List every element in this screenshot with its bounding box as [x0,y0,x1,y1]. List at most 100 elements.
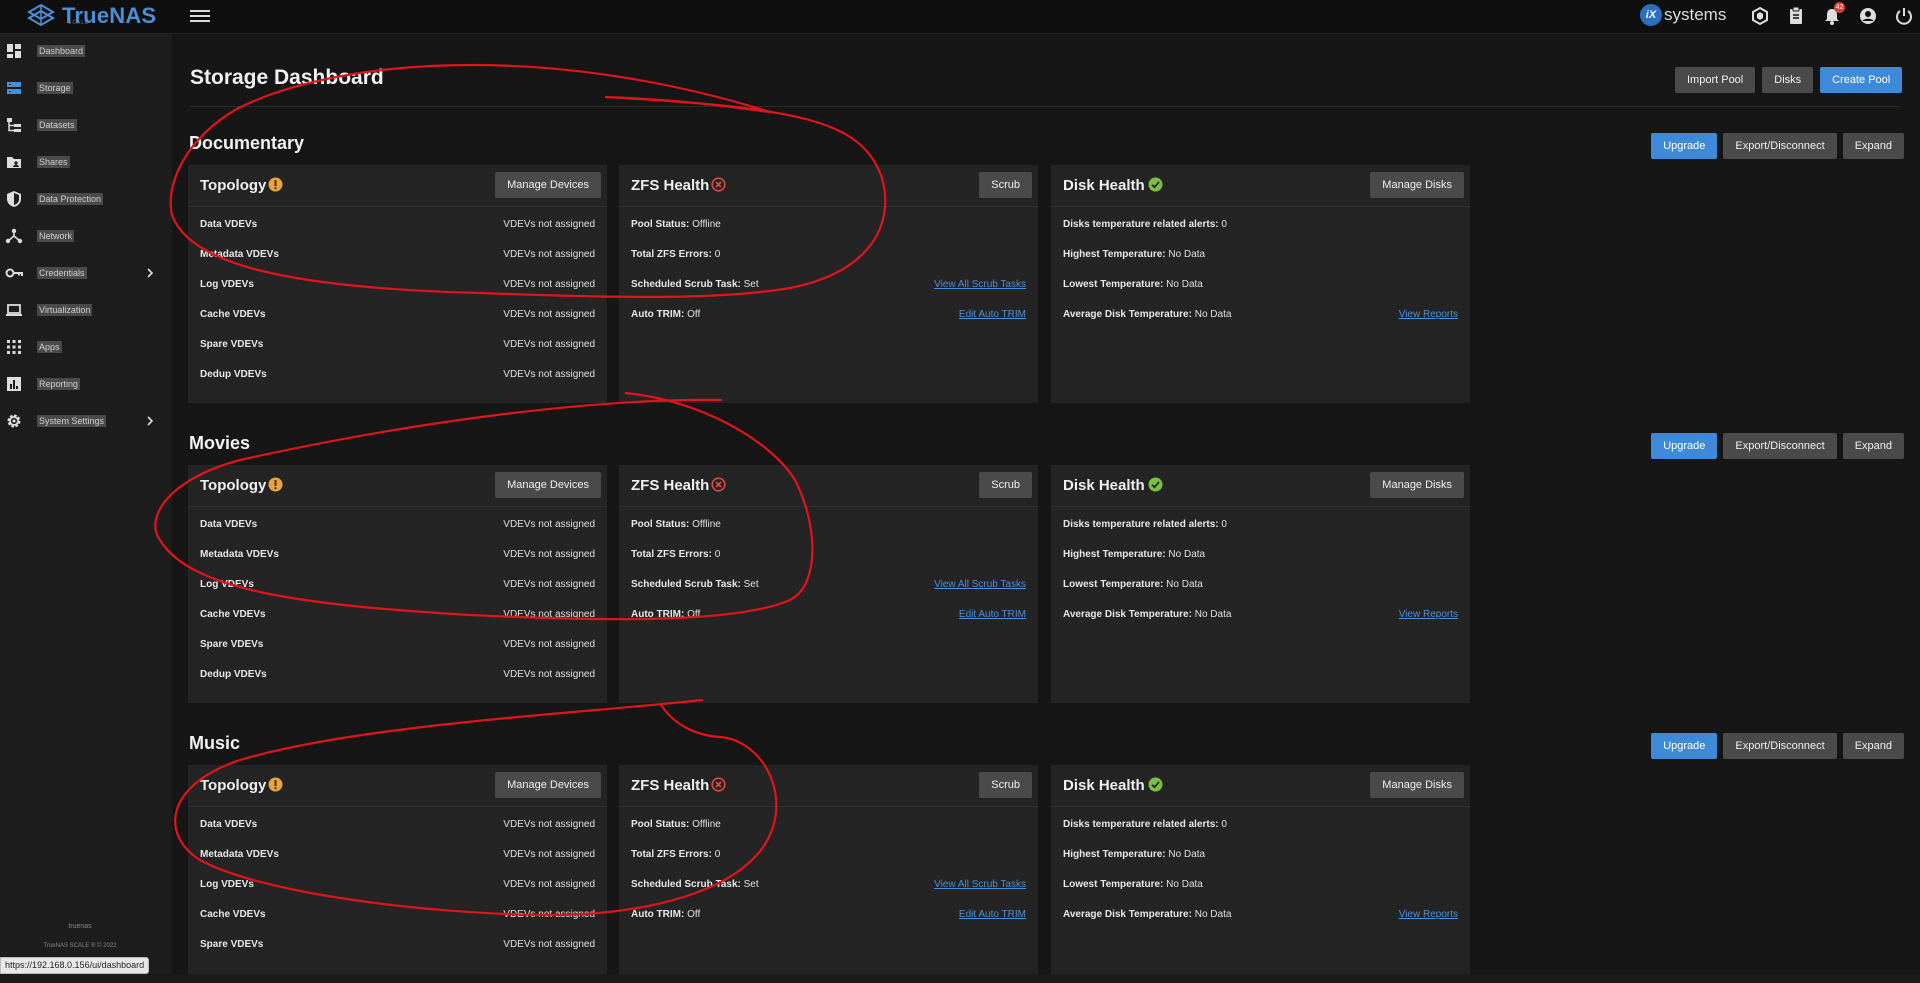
notifications-button[interactable]: 42 [1822,2,1845,26]
export-disconnect-button[interactable]: Export/Disconnect [1723,433,1837,459]
topology-row: Cache VDEVs VDEVs not assigned [200,609,595,623]
card-title: ZFS Health [631,177,710,194]
row-link[interactable]: Edit Auto TRIM [959,909,1026,920]
manage-devices-button[interactable]: Manage Devices [495,472,601,498]
scrub-button[interactable]: Scrub [979,472,1032,498]
shield-icon [7,191,21,207]
card-header: ZFS Health Scrub [619,165,1038,207]
sidebar-item-label: Data Protection [37,193,104,205]
row-link[interactable]: View All Scrub Tasks [934,279,1026,290]
import-pool-button[interactable]: Import Pool [1675,67,1756,93]
sidebar-item-apps[interactable]: Apps [0,332,172,362]
manage-devices-button[interactable]: Manage Devices [495,772,601,798]
create-pool-button[interactable]: Create Pool [1820,67,1903,93]
disk-health-card: Disk Health Manage Disks Disks temperatu… [1051,465,1470,703]
row-value: VDEVs not assigned [503,249,595,260]
scrub-button[interactable]: Scrub [979,772,1032,798]
datasets-icon [7,118,21,132]
upgrade-button[interactable]: Upgrade [1651,433,1718,459]
sidebar-copyright: TrueNAS SCALE ® © 2022 [43,943,117,949]
export-disconnect-button[interactable]: Export/Disconnect [1723,133,1837,159]
pool-name: Documentary [189,133,305,153]
card-header: Topology Manage Devices [188,465,607,507]
sidebar-item-shares[interactable]: Shares [0,147,172,177]
row-link[interactable]: View All Scrub Tasks [934,879,1026,890]
topology-row: Metadata VDEVs VDEVs not assigned [200,249,595,263]
sidebar-item-data-protection[interactable]: Data Protection [0,184,172,214]
row-label: Log VDEVs [200,279,254,290]
row-link[interactable]: View All Scrub Tasks [934,579,1026,590]
row-label: Scheduled Scrub Task: [631,879,741,890]
row-value: VDEVs not assigned [503,669,595,680]
error-icon [711,177,726,192]
truenas-logo-icon [27,3,55,27]
manage-devices-button[interactable]: Manage Devices [495,172,601,198]
row-label: Cache VDEVs [200,609,266,620]
account-icon[interactable] [1858,6,1878,26]
row-value: 0 [714,549,721,560]
manage-disks-button[interactable]: Manage Disks [1370,472,1464,498]
menu-toggle-icon[interactable] [190,7,210,25]
sidebar-item-system-settings[interactable]: System Settings [0,406,172,436]
zfs-row: Pool Status: Offline [631,219,1026,233]
sidebar-item-label: Shares [37,156,70,168]
expand-button[interactable]: Expand [1842,733,1904,759]
row-label: Pool Status: [631,219,690,230]
row-label: Auto TRIM: [631,309,685,320]
topology-row: Cache VDEVs VDEVs not assigned [200,909,595,923]
disk-health-card: Disk Health Manage Disks Disks temperatu… [1051,165,1470,403]
disks-button[interactable]: Disks [1762,67,1814,93]
card-header: ZFS Health Scrub [619,765,1038,807]
chevron-right-icon [147,268,154,278]
row-value: VDEVs not assigned [503,639,595,650]
truecommand-icon[interactable] [1750,6,1770,26]
export-disconnect-button[interactable]: Export/Disconnect [1723,733,1837,759]
row-link[interactable]: Edit Auto TRIM [959,609,1026,620]
ixsystems-logo[interactable]: iX systems [1640,4,1726,26]
zfs-row: Scheduled Scrub Task: Set View All Scrub … [631,279,1026,293]
row-value: 0 [1221,519,1227,530]
truenas-logo[interactable]: TrueNAS [26,3,156,29]
zfs-health-card: ZFS Health Scrub Pool Status: Offline Tot… [619,765,1038,983]
sidebar-item-datasets[interactable]: Datasets [0,110,172,140]
check-circle-icon [1148,477,1163,492]
row-link[interactable]: View Reports [1399,609,1458,620]
disk-row: Lowest Temperature: No Data [1063,279,1458,293]
upgrade-button[interactable]: Upgrade [1651,733,1718,759]
disk-row: Highest Temperature: No Data [1063,249,1458,263]
row-label: Total ZFS Errors: [631,849,712,860]
sidebar-item-virtualization[interactable]: Virtualization [0,295,172,325]
scrub-button[interactable]: Scrub [979,172,1032,198]
topology-row: Spare VDEVs VDEVs not assigned [200,639,595,653]
chart-icon [7,377,21,391]
warning-icon [268,477,283,492]
row-value: 0 [714,849,721,860]
card-title: Disk Health [1063,477,1145,494]
row-label: Disks temperature related alerts: [1063,819,1219,830]
error-icon [711,777,726,792]
manage-disks-button[interactable]: Manage Disks [1370,772,1464,798]
vendor-text: systems [1664,5,1727,24]
manage-disks-button[interactable]: Manage Disks [1370,172,1464,198]
row-label: Spare VDEVs [200,639,264,650]
zfs-row: Total ZFS Errors: 0 [631,249,1026,263]
row-link[interactable]: Edit Auto TRIM [959,309,1026,320]
sidebar-item-dashboard[interactable]: Dashboard [0,36,172,66]
sidebar-item-reporting[interactable]: Reporting [0,369,172,399]
row-link[interactable]: View Reports [1399,909,1458,920]
row-link[interactable]: View Reports [1399,309,1458,320]
row-value: VDEVs not assigned [503,279,595,290]
upgrade-button[interactable]: Upgrade [1651,133,1718,159]
expand-button[interactable]: Expand [1842,433,1904,459]
sidebar-item-credentials[interactable]: Credentials [0,258,172,288]
expand-button[interactable]: Expand [1842,133,1904,159]
clipboard-icon[interactable] [1786,6,1806,26]
sidebar-item-network[interactable]: Network [0,221,172,251]
row-label: Lowest Temperature: [1063,879,1164,890]
card-title: Topology [200,477,267,494]
topology-row: Log VDEVs VDEVs not assigned [200,579,595,593]
sidebar-item-storage[interactable]: Storage [0,73,172,103]
card-header: Topology Manage Devices [188,765,607,807]
power-icon[interactable] [1894,6,1914,26]
zfs-row: Scheduled Scrub Task: Set View All Scrub … [631,879,1026,893]
